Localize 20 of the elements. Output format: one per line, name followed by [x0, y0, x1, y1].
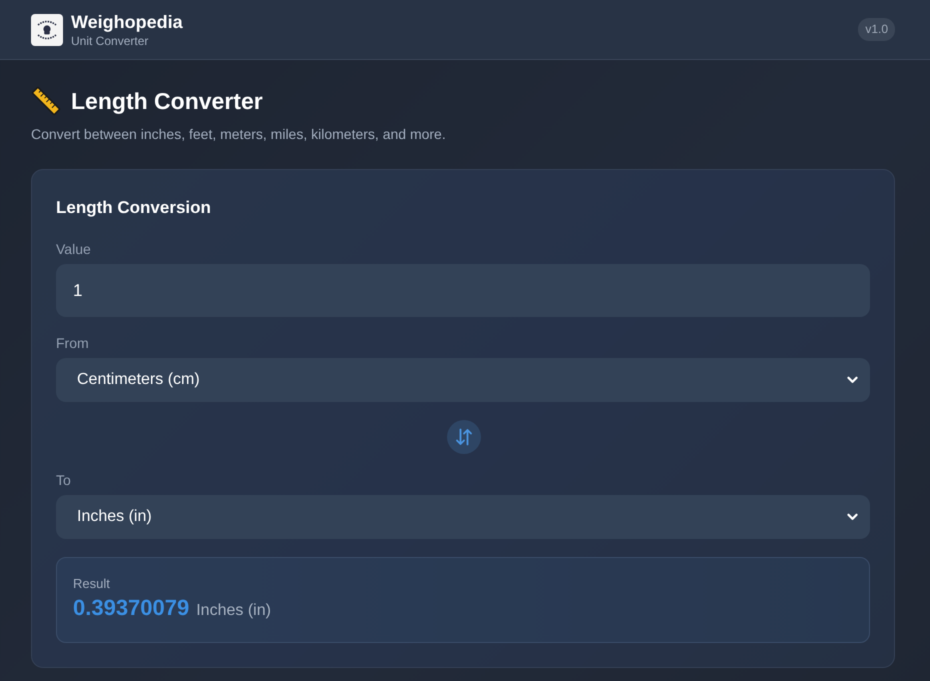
logo-icon [31, 14, 63, 46]
page-description: Convert between inches, feet, meters, miles, kilometers, and more. [31, 126, 447, 143]
unit-select[interactable]: Centimeters (cm) [56, 358, 870, 402]
swap-arrows-icon [454, 428, 472, 446]
app-subtitle: Unit Converter [71, 34, 150, 48]
chevron-down-icon [847, 376, 858, 384]
unit-select[interactable]: Inches (in) [56, 495, 870, 539]
result-label: Result [73, 576, 111, 592]
card-title: Length Conversion [56, 197, 212, 219]
result-unit: Inches (in) [196, 602, 271, 620]
app-name: Weighopedia [71, 12, 183, 32]
page-title: Length Converter [71, 86, 263, 116]
result-value: 0.39370079 [73, 594, 190, 622]
version-badge: v1.0 [858, 18, 895, 41]
field-label: To [56, 472, 72, 489]
value-input[interactable]: 1 [56, 264, 870, 317]
chevron-down-icon [847, 513, 858, 521]
field-label: Value [56, 241, 92, 258]
swap-button[interactable] [446, 420, 480, 454]
field-label: From [56, 335, 90, 352]
